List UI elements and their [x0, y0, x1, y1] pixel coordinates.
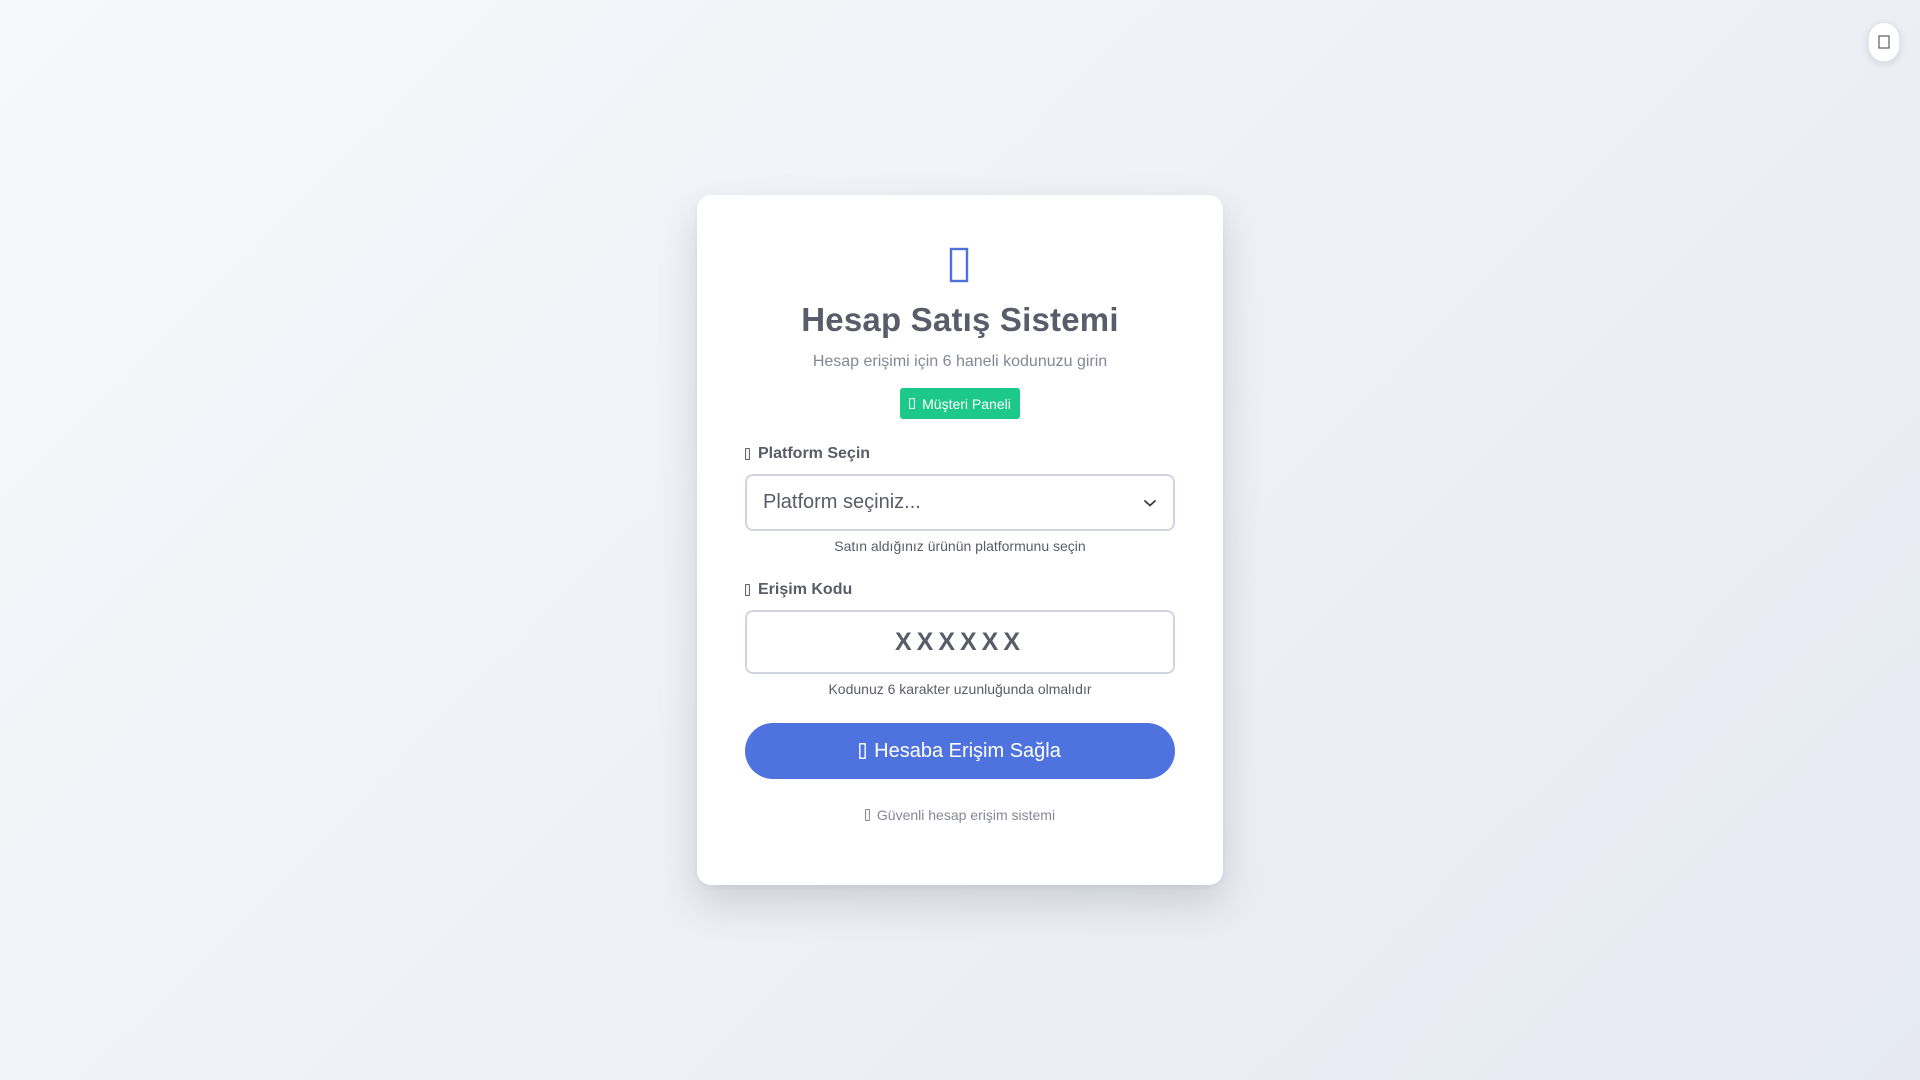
platform-select-value: Platform seçiniz...: [763, 491, 921, 513]
platform-field-group: Platform Seçin Platform seçiniz... Satın…: [745, 445, 1175, 554]
access-card: Hesap Satış Sistemi Hesap erişimi için 6…: [697, 195, 1223, 885]
key-icon: [745, 584, 750, 596]
theme-toggle-button[interactable]: [1868, 22, 1900, 62]
card-header: Hesap Satış Sistemi Hesap erişimi için 6…: [745, 243, 1175, 419]
security-note-text: Güvenli hesap erişim sistemi: [876, 807, 1056, 823]
platform-label: Platform Seçin: [758, 445, 871, 462]
code-field-group: Erişim Kodu Kodunuz 6 karakter uzunluğun…: [745, 581, 1175, 697]
code-help-text: Kodunuz 6 karakter uzunluğunda olmalıdır: [828, 681, 1092, 697]
access-account-label: Hesaba Erişim Sağla: [874, 739, 1061, 762]
code-label-row: Erişim Kodu: [745, 581, 1175, 599]
customer-panel-label: Müşteri Paneli: [922, 395, 1011, 412]
platform-label-row: Platform Seçin: [745, 445, 1175, 463]
code-label: Erişim Kodu: [758, 581, 853, 598]
layers-icon: [745, 448, 750, 460]
platform-select[interactable]: Platform seçiniz...: [745, 474, 1175, 531]
security-note: Güvenli hesap erişim sistemi: [745, 807, 1175, 823]
page-title: Hesap Satış Sistemi: [801, 301, 1119, 338]
access-account-button[interactable]: Hesaba Erişim Sağla: [745, 723, 1175, 779]
login-icon: [859, 743, 867, 759]
user-icon: [909, 398, 916, 409]
shield-icon: [949, 247, 969, 283]
lock-icon: [865, 809, 870, 821]
moon-icon: [1878, 35, 1890, 49]
chevron-down-icon: [1144, 499, 1156, 506]
access-code-input[interactable]: [745, 610, 1175, 674]
customer-panel-button[interactable]: Müşteri Paneli: [900, 388, 1020, 419]
platform-help-text: Satın aldığınız ürünün platformunu seçin: [834, 538, 1086, 554]
page-subtitle: Hesap erişimi için 6 haneli kodunuzu gir…: [812, 353, 1108, 370]
